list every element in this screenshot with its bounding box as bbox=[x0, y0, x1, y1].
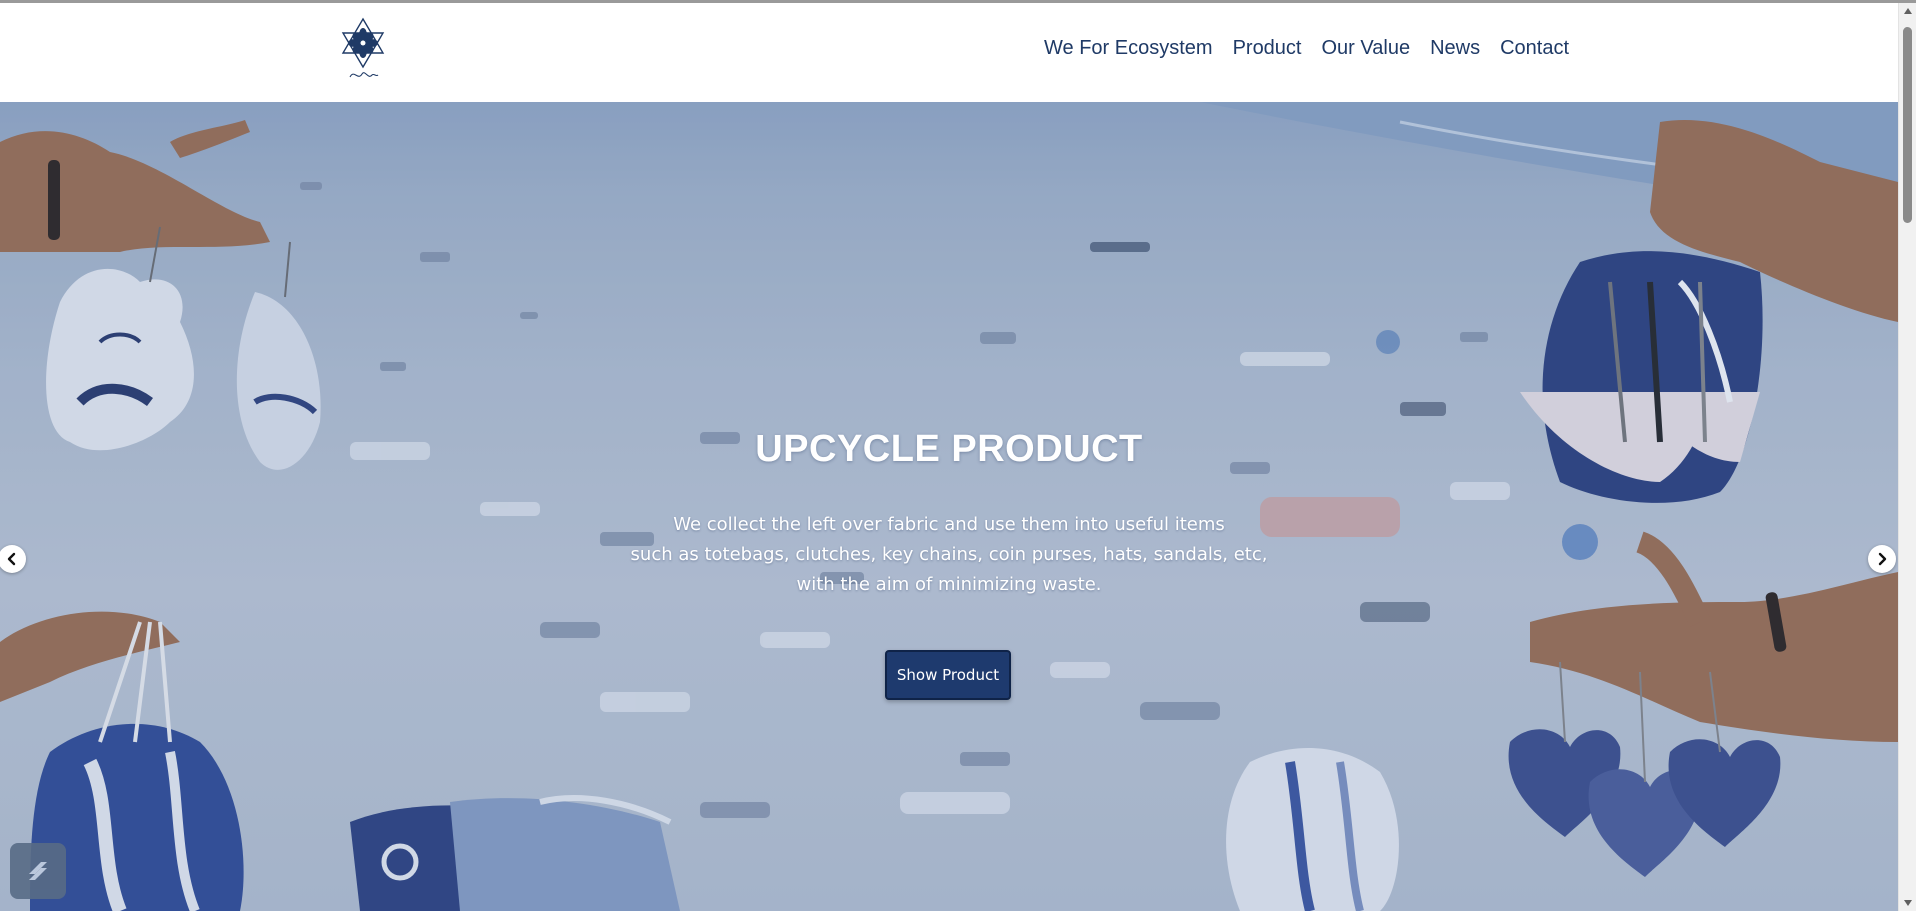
scroll-up-button[interactable] bbox=[1899, 3, 1916, 19]
hero-description-line: such as totebags, clutches, key chains, … bbox=[630, 544, 1268, 565]
nav-item-contact[interactable]: Contact bbox=[1500, 37, 1569, 60]
carousel-next-button[interactable] bbox=[1868, 545, 1896, 573]
chat-widget-button[interactable] bbox=[10, 843, 66, 899]
scroll-up-icon bbox=[1904, 8, 1912, 14]
nav-item-product[interactable]: Product bbox=[1233, 37, 1302, 60]
nav-item-we-for-ecosystem[interactable]: We For Ecosystem bbox=[1044, 37, 1213, 60]
hero-title: UPCYCLE PRODUCT bbox=[755, 428, 1143, 470]
nav-item-news[interactable]: News bbox=[1430, 37, 1480, 60]
show-product-button[interactable]: Show Product bbox=[885, 650, 1011, 700]
chevron-right-icon bbox=[1878, 552, 1887, 566]
hero-content: UPCYCLE PRODUCT We collect the left over… bbox=[0, 102, 1898, 911]
brand-logo[interactable] bbox=[338, 17, 388, 87]
nav-item-our-value[interactable]: Our Value bbox=[1322, 37, 1411, 60]
chevron-left-icon bbox=[7, 552, 16, 566]
main-nav: We For Ecosystem Product Our Value News … bbox=[1044, 37, 1569, 60]
hero-description-line: We collect the left over fabric and use … bbox=[673, 514, 1225, 535]
hero-description: We collect the left over fabric and use … bbox=[0, 510, 1898, 600]
scroll-down-button[interactable] bbox=[1899, 895, 1916, 911]
navbar: We For Ecosystem Product Our Value News … bbox=[0, 3, 1898, 102]
page-scrollbar[interactable] bbox=[1898, 3, 1916, 911]
scroll-down-icon bbox=[1904, 900, 1912, 906]
star-flower-logo-icon bbox=[341, 17, 385, 78]
hero-banner: UPCYCLE PRODUCT We collect the left over… bbox=[0, 102, 1898, 911]
scrollbar-thumb[interactable] bbox=[1903, 27, 1912, 223]
hero-description-line: with the aim of minimizing waste. bbox=[796, 574, 1102, 595]
chat-icon bbox=[29, 862, 47, 880]
